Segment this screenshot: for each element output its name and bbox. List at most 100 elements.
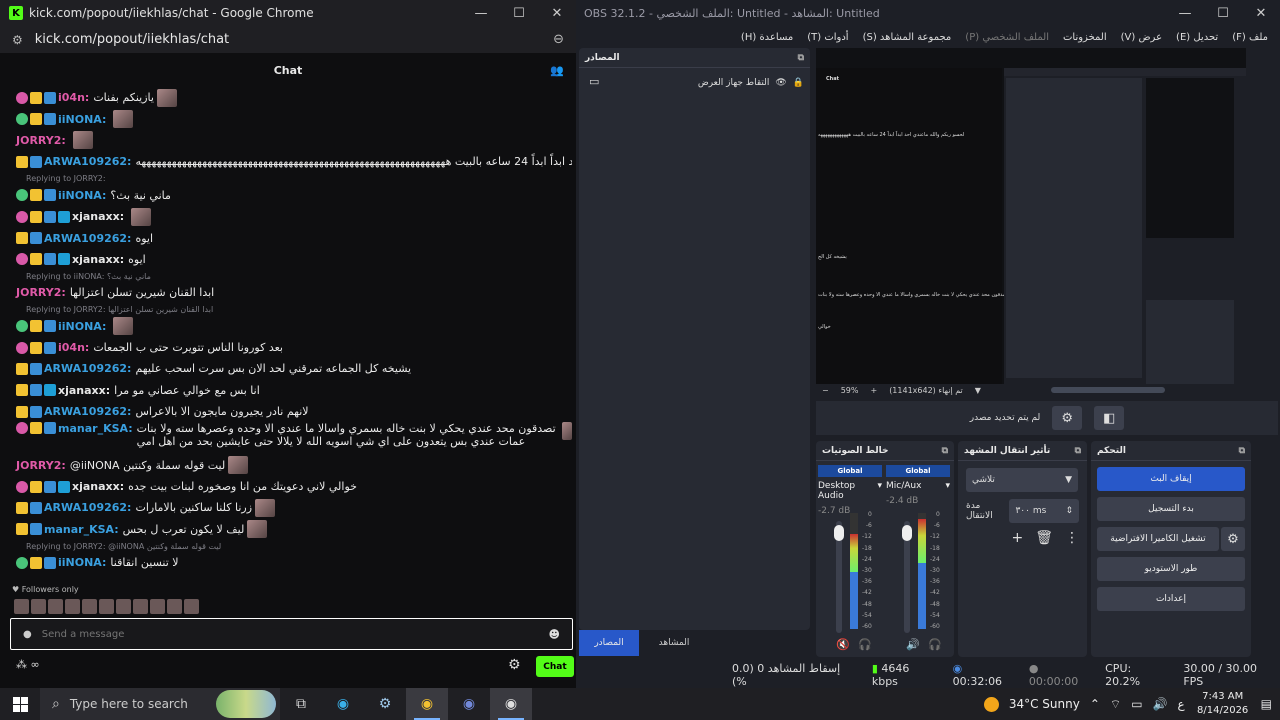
mic-fader-knob[interactable] [902, 525, 912, 541]
menu-view[interactable]: عرض (V) [1121, 32, 1162, 43]
send-chat-button[interactable]: Chat [536, 656, 574, 677]
chat-username[interactable]: xjanaxx: [72, 480, 124, 493]
start-recording-button[interactable]: بدء التسجيل [1097, 497, 1245, 521]
chat-message[interactable]: xjanaxx: ايوه [6, 249, 572, 270]
chat-username[interactable]: JORRY2: [16, 134, 66, 147]
chat-message[interactable]: manar_KSA: ليف لا يكون تعرب ل بحس [6, 519, 572, 540]
chat-username[interactable]: JORRY2: [16, 459, 66, 472]
start-button[interactable] [0, 688, 40, 720]
close-icon[interactable]: ✕ [538, 0, 576, 26]
source-filters-button[interactable]: ◧ [1094, 406, 1125, 430]
chat-message[interactable]: ARWA109262: ايوه [6, 227, 572, 248]
chat-message[interactable]: ARWA109262: زرنا كلنا ساكنين بالامارات [6, 497, 572, 518]
chat-message[interactable]: i04n: بعد كورونا الناس تتويرت حتى ب الجمع… [6, 337, 572, 358]
menu-tools[interactable]: أدوات (T) [807, 32, 848, 43]
chat-message-list[interactable]: i04n: يازينكم بفنات iiNONA: JORRY2: ARWA1092… [6, 87, 572, 585]
menu-profile[interactable]: الملف الشخصي (P) [965, 32, 1049, 43]
task-view-icon[interactable]: ⧉ [280, 688, 322, 720]
chat-username[interactable]: ARWA109262: [44, 501, 131, 514]
chrome-icon[interactable]: ◉ [406, 688, 448, 720]
chat-message[interactable]: xjanaxx: خوالي لاني دعويتك من انا وصخوره … [6, 476, 572, 497]
discord-icon[interactable]: ◉ [448, 688, 490, 720]
reply-context[interactable]: Replying to iiNONA: ماني نية بث؟ [6, 270, 572, 282]
channel-menu-icon[interactable]: ▾ [877, 481, 882, 501]
desktop-mute-icon[interactable]: 🔇 [836, 638, 850, 651]
minimize-icon[interactable]: — [462, 0, 500, 26]
message-input-box[interactable]: ● ☻ [10, 618, 573, 650]
chat-message[interactable]: JORRY2: [6, 130, 572, 151]
avatar[interactable] [184, 599, 199, 614]
minimize-icon[interactable]: — [1166, 0, 1204, 26]
battery-icon[interactable]: ▭ [1131, 697, 1142, 711]
avatar[interactable] [31, 599, 46, 614]
volume-icon[interactable]: 🔊 [1153, 697, 1168, 711]
chat-message[interactable]: iiNONA: لا تنسين انقاقنا [6, 552, 572, 573]
steam-icon[interactable]: ⚙ [364, 688, 406, 720]
zoom-icon[interactable]: ⊖ [553, 32, 564, 47]
desktop-fader-knob[interactable] [834, 525, 844, 541]
obs-preview[interactable]: Chat لحسو ريكم والله ماعندي احد ابداً اب… [816, 48, 1280, 384]
chat-username[interactable]: manar_KSA: [58, 422, 133, 435]
chat-username[interactable]: i04n: [58, 341, 89, 354]
chat-message[interactable]: ARWA109262: يشيخه كل الجماعه تمرقني لحد ا… [6, 358, 572, 379]
chat-username[interactable]: iiNONA: [58, 189, 106, 202]
eye-icon[interactable]: 👁 [775, 78, 786, 88]
chat-message[interactable]: xjanaxx: انا بس مع خوالي عصاني مو مرا [6, 380, 572, 401]
chat-message[interactable]: iiNONA: [6, 108, 572, 129]
kick-points-icon[interactable]: ⁂ ∞ [16, 658, 40, 671]
chat-username[interactable]: xjanaxx: [72, 253, 124, 266]
undock-icon[interactable]: ⧉ [798, 53, 804, 63]
chat-username[interactable]: ARWA109262: [44, 362, 131, 375]
source-properties-button[interactable]: ⚙ [1052, 406, 1083, 430]
chat-settings-icon[interactable]: ⚙ [508, 657, 521, 673]
chat-username[interactable]: iiNONA: [58, 556, 106, 569]
stop-streaming-button[interactable]: إيقاف البث [1097, 467, 1245, 491]
undock-icon[interactable]: ⧉ [942, 446, 948, 456]
chat-username[interactable]: iiNONA: [58, 113, 106, 126]
add-transition-icon[interactable]: + [1011, 530, 1023, 546]
chat-username[interactable]: ARWA109262: [44, 155, 131, 168]
chat-message[interactable]: iiNONA: ماني نية بث؟ [6, 185, 572, 206]
chat-username[interactable]: xjanaxx: [58, 384, 110, 397]
close-icon[interactable]: ✕ [1242, 0, 1280, 26]
chat-username[interactable]: iiNONA: [58, 320, 106, 333]
zoom-in-icon[interactable]: + [870, 386, 877, 395]
network-icon[interactable]: ⌔ [1110, 697, 1121, 712]
avatar[interactable] [82, 599, 97, 614]
transition-menu-icon[interactable]: ⋮ [1065, 530, 1079, 546]
remove-transition-icon[interactable]: 🗑 [1035, 530, 1053, 546]
studio-mode-button[interactable]: طور الاستوديو [1097, 557, 1245, 581]
avatar[interactable] [167, 599, 182, 614]
url-text[interactable]: kick.com/popout/iiekhlas/chat [35, 32, 229, 47]
zoom-out-icon[interactable]: − [822, 386, 829, 395]
chat-username[interactable]: xjanaxx: [72, 210, 124, 223]
avatar[interactable] [65, 599, 80, 614]
chat-message[interactable]: iiNONA: [6, 316, 572, 337]
message-input[interactable] [41, 628, 522, 640]
emote-picker-icon[interactable]: ☻ [549, 628, 560, 641]
duration-spinbox[interactable]: ٣٠٠ ms ⇕ [1009, 499, 1079, 523]
chat-identity-icon[interactable]: ● [23, 629, 32, 640]
virtual-camera-settings-icon[interactable]: ⚙ [1221, 527, 1245, 551]
chat-username[interactable]: ARWA109262: [44, 405, 131, 418]
chat-message[interactable]: JORRY2: ابدا القنان شيرين تسلن اعتزالها [6, 282, 572, 303]
menu-scene-collection[interactable]: مجموعة المشاهد (S) [863, 32, 952, 43]
mic-monitor-icon[interactable]: 🎧 [928, 638, 942, 651]
chat-message[interactable]: manar_KSA: تصدقون محد عندي يحكي لا بنت خا… [6, 422, 572, 454]
menu-edit[interactable]: تحديل (E) [1176, 32, 1218, 43]
address-bar[interactable]: ⚙ kick.com/popout/iiekhlas/chat ⊖ [0, 26, 576, 53]
taskbar-search[interactable]: ⌕ Type here to search [40, 688, 280, 720]
edge-icon[interactable]: ◉ [322, 688, 364, 720]
reply-context[interactable]: Replying to JORRY2: ابدا القنان شيرين تس… [6, 304, 572, 316]
notifications-icon[interactable]: ▤ [1261, 697, 1272, 711]
undock-icon[interactable]: ⧉ [1239, 446, 1245, 456]
source-item-display-capture[interactable]: ▭ التقاط جهاز العرض 👁 🔒 [585, 72, 804, 94]
chat-username[interactable]: JORRY2: [16, 286, 66, 299]
chat-message[interactable]: xjanaxx: [6, 206, 572, 227]
reply-context[interactable]: Replying to JORRY2: @iiNONA ليت قوله سمل… [6, 540, 572, 552]
reply-context[interactable]: Replying to JORRY2: [6, 173, 572, 185]
site-info-icon[interactable]: ⚙ [12, 33, 23, 47]
mic-volume-icon[interactable]: 🔊 [906, 638, 920, 651]
avatar[interactable] [14, 599, 29, 614]
menu-file[interactable]: ملف (F) [1232, 32, 1268, 43]
